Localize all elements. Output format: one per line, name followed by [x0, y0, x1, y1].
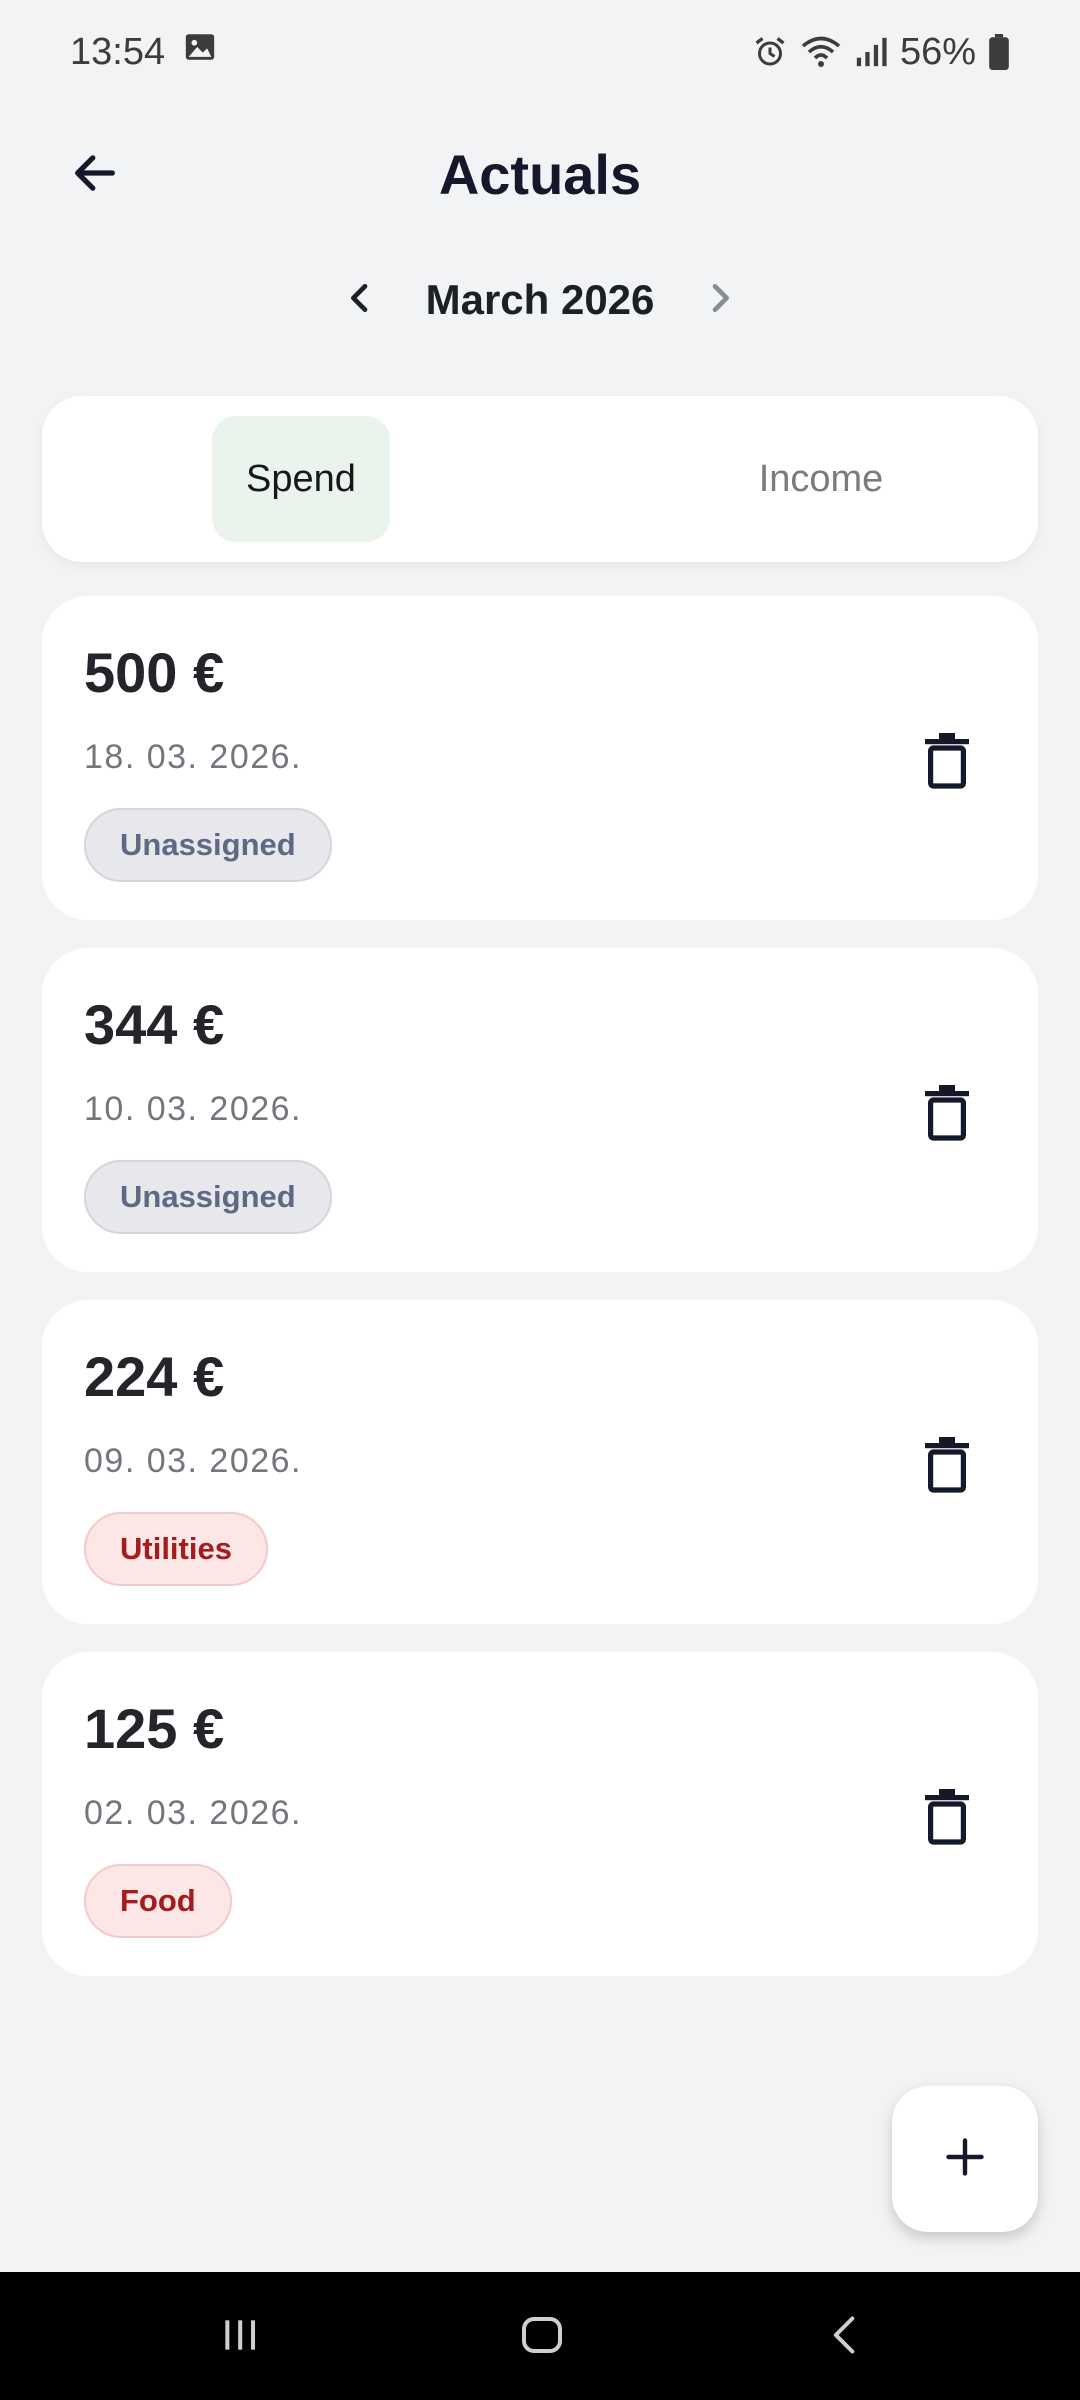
status-bar: 13:54 56%	[0, 0, 1080, 104]
category-badge: Utilities	[84, 1512, 268, 1586]
wifi-icon	[800, 34, 842, 70]
tab-income[interactable]: Income	[682, 416, 960, 542]
transaction-amount: 224 €	[84, 1345, 225, 1408]
status-time: 13:54	[70, 30, 166, 73]
previous-month-button[interactable]	[330, 270, 390, 330]
delete-button[interactable]	[912, 1784, 982, 1854]
trash-icon	[925, 1084, 969, 1146]
month-navigator: March 2026	[0, 262, 1080, 338]
delete-button[interactable]	[912, 1432, 982, 1502]
chevron-right-icon	[700, 278, 740, 323]
category-badge: Unassigned	[84, 808, 332, 882]
recent-apps-button[interactable]	[195, 2302, 285, 2372]
transaction-amount: 500 €	[84, 641, 225, 704]
category-badge: Food	[84, 1864, 232, 1938]
status-left: 13:54	[70, 30, 217, 74]
alarm-icon	[752, 34, 788, 70]
transaction-amount: 125 €	[84, 1697, 225, 1760]
header: Actuals	[0, 120, 1080, 230]
system-nav-bar	[0, 2272, 1080, 2400]
month-label: March 2026	[425, 276, 655, 323]
trash-icon	[925, 1436, 969, 1498]
page-title: Actuals	[438, 143, 642, 206]
recent-apps-icon	[218, 2313, 262, 2362]
next-month-button[interactable]	[690, 270, 750, 330]
trash-icon	[925, 732, 969, 794]
battery-percent: 56%	[899, 30, 976, 73]
transaction-amount: 344 €	[84, 993, 225, 1056]
delete-button[interactable]	[912, 1080, 982, 1150]
transaction-date: 02. 03. 2026.	[84, 1794, 303, 1832]
transaction-date: 09. 03. 2026.	[84, 1442, 303, 1480]
system-back-button[interactable]	[800, 2302, 890, 2372]
transaction-card[interactable]: 125 € 02. 03. 2026. Food	[42, 1652, 1038, 1976]
transaction-card[interactable]: 500 € 18. 03. 2026. Unassigned	[42, 596, 1038, 920]
transaction-card[interactable]: 224 € 09. 03. 2026. Utilities	[42, 1300, 1038, 1624]
back-chevron-icon	[823, 2313, 867, 2362]
trash-icon	[925, 1788, 969, 1850]
gallery-icon	[183, 30, 217, 74]
delete-button[interactable]	[912, 728, 982, 798]
screen: 13:54 56% Actuals March 2026 Spend Incom…	[0, 0, 1080, 2400]
tab-spend[interactable]: Spend	[212, 416, 390, 542]
segmented-tabs: Spend Income	[42, 396, 1038, 562]
plus-icon	[943, 2135, 987, 2184]
transaction-card[interactable]: 344 € 10. 03. 2026. Unassigned	[42, 948, 1038, 1272]
status-right: 56%	[752, 31, 1010, 74]
transaction-date: 18. 03. 2026.	[84, 738, 303, 776]
add-transaction-button[interactable]	[892, 2086, 1038, 2232]
transaction-date: 10. 03. 2026.	[84, 1090, 303, 1128]
battery-icon	[988, 34, 1010, 70]
home-button[interactable]	[497, 2302, 587, 2372]
chevron-left-icon	[340, 278, 380, 323]
signal-icon	[854, 35, 888, 69]
home-icon	[518, 2311, 566, 2364]
category-badge: Unassigned	[84, 1160, 332, 1234]
